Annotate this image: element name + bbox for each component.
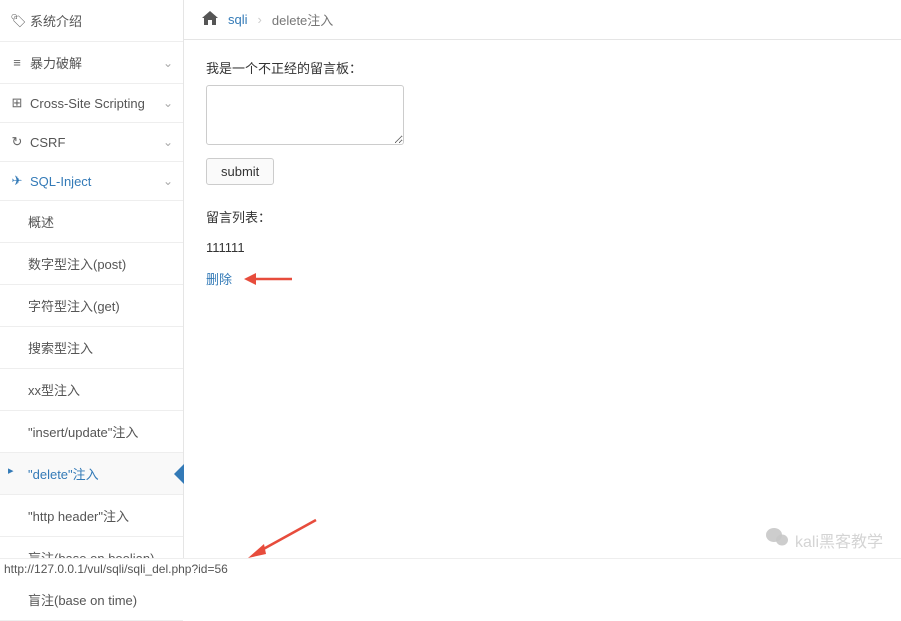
menu-csrf[interactable]: ↻ CSRF ⌄	[0, 123, 183, 162]
menu-label: Cross-Site Scripting	[30, 96, 145, 111]
sub-char-get[interactable]: 字符型注入(get)	[0, 285, 183, 327]
home-icon[interactable]	[202, 11, 218, 29]
submit-button[interactable]: submit	[206, 158, 274, 185]
chevron-down-icon: ⌄	[163, 174, 173, 188]
list-label: 留言列表：	[206, 207, 879, 226]
list-icon: ≡	[10, 55, 24, 70]
chevron-down-icon: ⌄	[163, 96, 173, 110]
menu-sql-inject[interactable]: ✈ SQL-Inject ⌄	[0, 162, 183, 201]
message-textarea[interactable]	[206, 85, 404, 145]
chevron-down-icon: ⌄	[163, 135, 173, 149]
sub-numeric-post[interactable]: 数字型注入(post)	[0, 243, 183, 285]
menu-label: 暴力破解	[30, 53, 82, 72]
sub-search[interactable]: 搜索型注入	[0, 327, 183, 369]
sidebar: 🏷 系统介绍 ≡ 暴力破解 ⌄ ⊞ Cross-Site Scripting ⌄ ↻ C…	[0, 0, 184, 579]
menu-label: CSRF	[30, 135, 65, 150]
sub-insert-update[interactable]: "insert/update"注入	[0, 411, 183, 453]
sub-xx[interactable]: xx型注入	[0, 369, 183, 411]
delete-link[interactable]: 删除	[206, 272, 232, 287]
menu-label: 系统介绍	[30, 11, 82, 30]
wechat-icon	[765, 527, 789, 553]
plane-icon: ✈	[10, 173, 24, 189]
tag-icon: 🏷	[10, 13, 24, 29]
breadcrumb-current: delete注入	[272, 10, 333, 29]
sub-blind-time[interactable]: 盲注(base on time)	[0, 579, 183, 621]
menu-system-intro[interactable]: 🏷 系统介绍	[0, 0, 183, 42]
status-bar: http://127.0.0.1/vul/sqli/sqli_del.php?i…	[0, 558, 901, 579]
arrow-annotation-icon	[244, 272, 292, 289]
chevron-down-icon: ⌄	[163, 56, 173, 70]
arrow-annotation-icon	[248, 518, 318, 561]
main-content: sqli › delete注入 我是一个不正经的留言板： submit 留言列表…	[184, 0, 901, 579]
message-item: 111111	[206, 240, 879, 255]
menu-brute-force[interactable]: ≡ 暴力破解 ⌄	[0, 42, 183, 84]
refresh-icon: ↻	[10, 134, 24, 150]
breadcrumb: sqli › delete注入	[184, 0, 901, 40]
sub-delete[interactable]: "delete"注入	[0, 453, 183, 495]
watermark: kali黑客教学	[765, 527, 883, 553]
watermark-text: kali黑客教学	[795, 528, 883, 552]
menu-xss[interactable]: ⊞ Cross-Site Scripting ⌄	[0, 84, 183, 123]
breadcrumb-sqli[interactable]: sqli	[228, 12, 248, 27]
sub-http-header[interactable]: "http header"注入	[0, 495, 183, 537]
chevron-right-icon: ›	[258, 12, 262, 27]
menu-label: SQL-Inject	[30, 174, 91, 189]
form-label: 我是一个不正经的留言板：	[206, 58, 879, 77]
grid-icon: ⊞	[10, 95, 24, 111]
sub-overview[interactable]: 概述	[0, 201, 183, 243]
